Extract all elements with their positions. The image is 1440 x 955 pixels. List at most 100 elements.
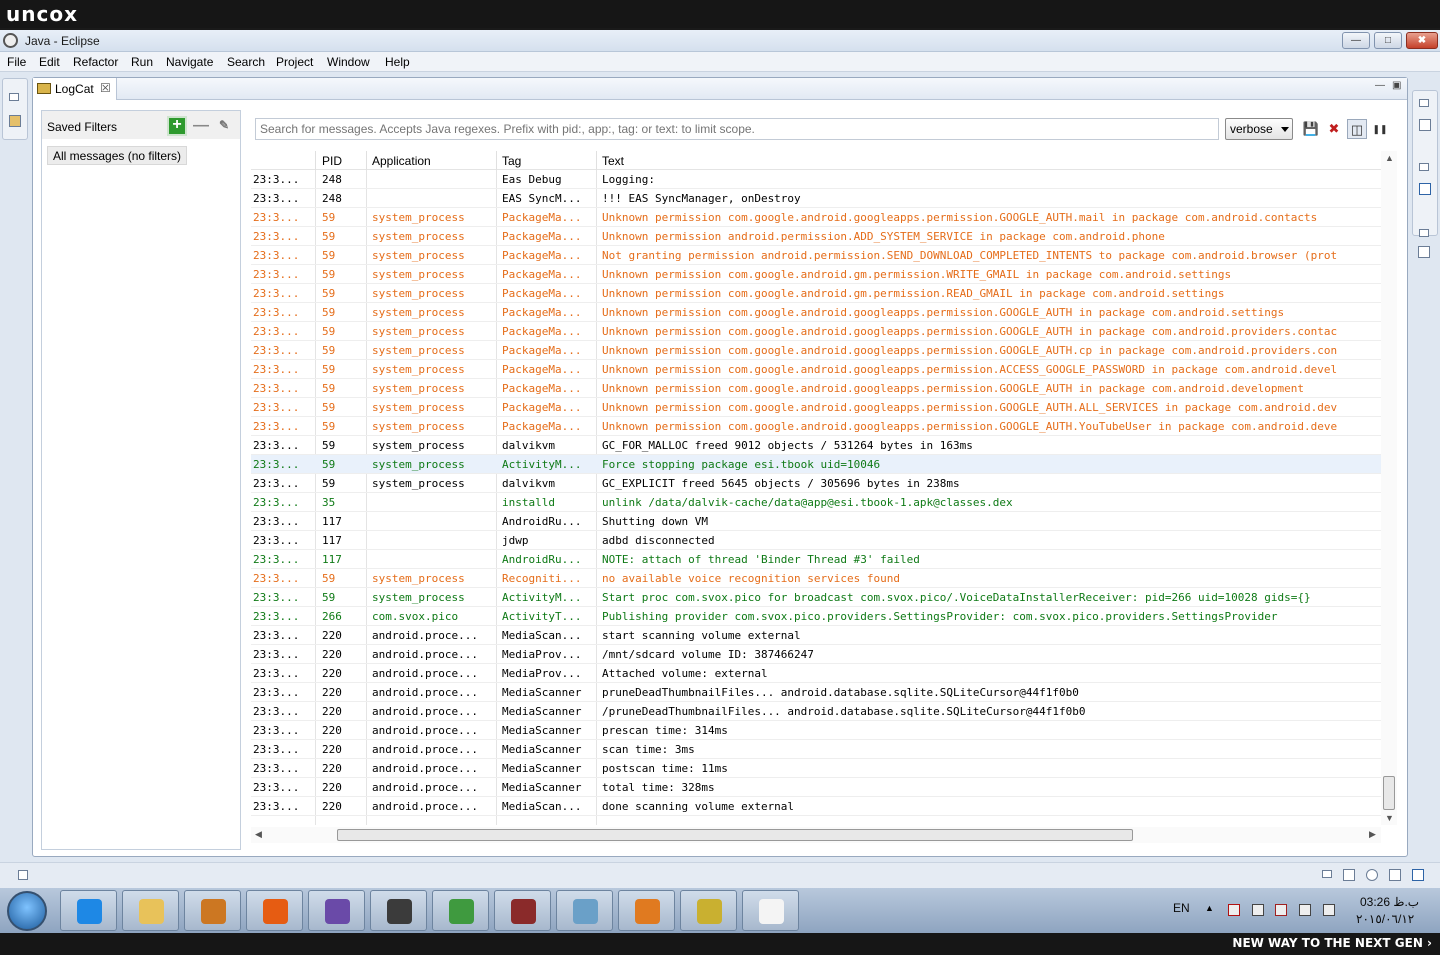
fast-view-icon[interactable] xyxy=(18,870,28,880)
log-search-box[interactable] xyxy=(255,118,1219,140)
download-manager-taskbar-button[interactable] xyxy=(432,890,489,931)
task-list-icon[interactable] xyxy=(1419,119,1431,131)
remove-filter-button[interactable]: — xyxy=(191,116,211,136)
log-row[interactable]: 23:3... 59 system_process dalvikvm GC_FOR_MA… xyxy=(251,436,1381,455)
problems-icon[interactable] xyxy=(1343,869,1355,881)
language-indicator[interactable]: EN xyxy=(1173,901,1190,915)
firefox-taskbar-button[interactable] xyxy=(246,890,303,931)
scroll-right-icon[interactable]: ▶ xyxy=(1369,829,1376,840)
log-row[interactable]: 23:3... 59 system_process PackageMa... Unkno… xyxy=(251,227,1381,246)
log-row[interactable]: 23:3... 59 system_process PackageMa... Unkno… xyxy=(251,265,1381,284)
windows-flag-icon[interactable] xyxy=(1252,904,1264,916)
volume-icon[interactable] xyxy=(1323,904,1335,916)
log-row[interactable]: 23:3... 59 system_process PackageMa... Unkno… xyxy=(251,208,1381,227)
menu-window[interactable]: Window xyxy=(327,55,370,69)
clock-date[interactable]: ٢٠١٥/٠٦/١٢ xyxy=(1356,912,1414,926)
toggle-filters-icon[interactable]: ◫ xyxy=(1347,119,1367,139)
horizontal-scroll-thumb[interactable] xyxy=(337,829,1133,841)
log-row[interactable]: 23:3... 248 Eas Debug Logging: xyxy=(251,170,1381,189)
close-button[interactable]: ✖ xyxy=(1406,32,1438,49)
network-error-icon[interactable] xyxy=(1228,904,1240,916)
maximize-button[interactable]: □ xyxy=(1374,32,1402,49)
declaration-icon[interactable] xyxy=(1389,869,1401,881)
view-maximize-button[interactable]: ▣ xyxy=(1392,80,1401,91)
restore-icon[interactable] xyxy=(1419,229,1429,237)
clock-time[interactable]: 03:26 ب.ظ xyxy=(1360,895,1419,909)
log-row[interactable]: 23:3... 220 android.proce... MediaScan... st… xyxy=(251,626,1381,645)
log-row[interactable]: 23:3... 220 android.proce... MediaScanner t… xyxy=(251,778,1381,797)
log-row[interactable]: 23:3... 248 EAS SyncM... !!! EAS SyncManage… xyxy=(251,189,1381,208)
log-row[interactable]: 23:3... 59 system_process dalvikvm GC_EXPLIC… xyxy=(251,474,1381,493)
log-row[interactable]: 23:3... 59 system_process PackageMa... Unkno… xyxy=(251,284,1381,303)
menu-navigate[interactable]: Navigate xyxy=(166,55,213,69)
log-row[interactable]: 23:3... 220 android.proce... MediaScan... do… xyxy=(251,797,1381,816)
restore-icon[interactable] xyxy=(9,93,19,101)
restore-icon[interactable] xyxy=(1322,870,1332,878)
java-ee-ide-taskbar-button[interactable] xyxy=(370,890,427,931)
filter-all-messages[interactable]: All messages (no filters) xyxy=(47,146,188,165)
log-level-select[interactable]: verbose xyxy=(1225,118,1293,140)
package-explorer-icon[interactable] xyxy=(9,115,21,127)
log-row[interactable]: 23:3... 59 system_process PackageMa... Unkno… xyxy=(251,379,1381,398)
javadoc-icon[interactable] xyxy=(1366,869,1378,881)
menu-refactor[interactable]: Refactor xyxy=(73,55,118,69)
menu-project[interactable]: Project xyxy=(276,55,313,69)
console-icon[interactable] xyxy=(1412,869,1424,881)
column-tag[interactable]: Tag xyxy=(502,154,521,170)
menu-edit[interactable]: Edit xyxy=(39,55,60,69)
winrar-taskbar-button[interactable] xyxy=(494,890,551,931)
vertical-scroll-thumb[interactable] xyxy=(1383,776,1395,810)
log-row[interactable]: 23:3... 59 system_process PackageMa... Unkno… xyxy=(251,341,1381,360)
tab-logcat[interactable]: LogCat ☒ xyxy=(33,78,117,100)
start-button[interactable] xyxy=(7,891,47,931)
eclipse-task-taskbar-button[interactable] xyxy=(742,890,799,931)
log-row[interactable]: 23:3... 220 android.proce... MediaProv... /m… xyxy=(251,645,1381,664)
restore-icon[interactable] xyxy=(1419,99,1429,107)
log-row[interactable]: 23:3... 59 system_process Recogniti... no av… xyxy=(251,569,1381,588)
log-row[interactable]: 23:3... 59 system_process PackageMa... Unkno… xyxy=(251,398,1381,417)
log-row[interactable]: 23:3... 35 installd unlink /data/dalvik-cac… xyxy=(251,493,1381,512)
scroll-down-icon[interactable]: ▼ xyxy=(1385,813,1394,823)
log-row[interactable]: 23:3... 117 AndroidRu... Shutting down VM xyxy=(251,512,1381,531)
column-application[interactable]: Application xyxy=(372,154,431,170)
horizontal-scrollbar[interactable]: ◀ ▶ xyxy=(251,827,1381,843)
log-row[interactable]: 23:3... 59 system_process ActivityM... Start… xyxy=(251,588,1381,607)
log-row[interactable]: 23:3... 220 android.proce... MediaProv... At… xyxy=(251,664,1381,683)
show-hidden-icons-icon[interactable]: ▲ xyxy=(1205,903,1217,915)
log-row[interactable]: 23:3... 220 android.proce... MediaScanner pr… xyxy=(251,683,1381,702)
scroll-up-icon[interactable]: ▲ xyxy=(1385,153,1394,163)
log-row[interactable]: 23:3... 59 system_process PackageMa... Unkno… xyxy=(251,322,1381,341)
log-row[interactable]: 23:3... 59 system_process PackageMa... Unkno… xyxy=(251,303,1381,322)
log-row[interactable]: 23:3... 220 android.proce... MediaScanner po… xyxy=(251,759,1381,778)
visual-studio-taskbar-button[interactable] xyxy=(308,890,365,931)
pause-icon[interactable]: ❚❚ xyxy=(1370,119,1390,139)
notepad-taskbar-button[interactable] xyxy=(556,890,613,931)
vertical-scrollbar[interactable]: ▲ ▼ xyxy=(1381,151,1397,825)
tab-close-icon[interactable]: ☒ xyxy=(100,81,111,95)
log-row[interactable]: 23:3... 117 jdwp adbd disconnected xyxy=(251,531,1381,550)
media-player-taskbar-button[interactable] xyxy=(184,890,241,931)
log-row[interactable]: 23:3... 59 system_process PackageMa... Not g… xyxy=(251,246,1381,265)
internet-explorer-taskbar-button[interactable] xyxy=(60,890,117,931)
restore-icon[interactable] xyxy=(1419,163,1429,171)
outline-icon[interactable] xyxy=(1419,183,1431,195)
paint-taskbar-button[interactable] xyxy=(680,890,737,931)
column-pid[interactable]: PID xyxy=(322,154,342,170)
sublime-taskbar-button[interactable] xyxy=(618,890,675,931)
menu-search[interactable]: Search xyxy=(227,55,265,69)
console-icon[interactable] xyxy=(1418,246,1430,258)
scroll-left-icon[interactable]: ◀ xyxy=(255,829,262,840)
log-row[interactable]: 23:3... 117 AndroidRu... NOTE: attach of th… xyxy=(251,550,1381,569)
log-row[interactable]: 23:3... 59 system_process ActivityM... Force… xyxy=(251,455,1381,474)
log-search-input[interactable] xyxy=(256,119,1218,139)
minimize-button[interactable]: — xyxy=(1342,32,1370,49)
save-log-icon[interactable]: 💾 xyxy=(1301,119,1321,139)
log-row[interactable]: 23:3... 220 android.proce... MediaScanner p… xyxy=(251,721,1381,740)
eclipse-app-icon[interactable] xyxy=(3,33,18,48)
log-row[interactable]: 23:3... 220 android.proce... MediaScanner/p… xyxy=(251,702,1381,721)
view-minimize-button[interactable]: — xyxy=(1375,80,1385,91)
menu-file[interactable]: File xyxy=(7,55,26,69)
log-row[interactable]: 23:3... 266 com.svox.pico ActivityT... Publi… xyxy=(251,607,1381,626)
add-filter-button[interactable]: + xyxy=(167,116,187,136)
file-explorer-taskbar-button[interactable] xyxy=(122,890,179,931)
